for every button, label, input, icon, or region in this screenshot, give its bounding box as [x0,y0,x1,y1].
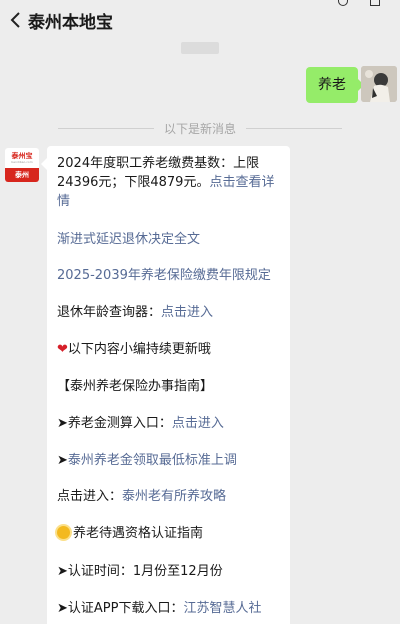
message-paragraph-2: 渐进式延迟退休决定全文 [57,230,285,249]
message-paragraph-5: ❤以下内容小编持续更新哦 [57,340,285,359]
back-arrow-icon[interactable] [6,9,26,31]
outgoing-message-text: 养老 [318,77,346,93]
more-icon[interactable] [370,0,380,6]
heart-icon: ❤ [57,342,68,357]
guide-heading: 【泰州养老保险办事指南】 [57,379,214,394]
official-account-avatar[interactable]: 泰州宝 bendibao.com 泰州 [5,148,39,182]
new-messages-divider: 以下是新消息 [0,120,400,136]
profile-icon[interactable] [338,0,348,6]
retirement-age-link[interactable]: 点击进入 [161,305,213,320]
outgoing-message-bubble[interactable]: 养老 [306,67,364,103]
delayed-retirement-link[interactable]: 渐进式延迟退休决定全文 [57,232,200,247]
pull-handle [181,42,219,54]
logo-city-text: 泰州 [5,168,39,182]
retirement-age-text: 退休年龄查询器： [57,305,162,320]
top-bar: 泰州本地宝 [0,0,400,40]
message-paragraph-8: ➤泰州养老金领取最低标准上调 [57,451,285,470]
message-paragraph-3: 2025-2039年养老保险缴费年限规定 [57,266,285,285]
pension-calc-link[interactable]: 点击进入 [172,416,224,431]
contribution-years-link[interactable]: 2025-2039年养老保险缴费年限规定 [57,268,271,283]
app-download-link[interactable]: 江苏智慧人社 [183,601,261,616]
divider-line-right [246,128,342,129]
certification-guide-text: 养老待遇资格认证指南 [73,526,204,541]
logo-url-text: bendibao.com [11,160,33,164]
enter-text: 点击进入： [57,489,123,504]
avatar-image-icon [361,66,397,102]
message-paragraph-11: ➤认证时间：1月份至12月份 [57,562,285,581]
user-avatar[interactable] [361,66,397,102]
sun-icon [57,526,70,539]
message-paragraph-7: ➤养老金测算入口：点击进入 [57,414,285,433]
message-paragraph-9: 点击进入：泰州老有所养攻略 [57,487,285,506]
chat-title: 泰州本地宝 [28,13,113,33]
elderly-care-link[interactable]: 泰州老有所养攻略 [122,489,226,504]
update-notice-text: 以下内容小编持续更新哦 [67,342,211,357]
message-paragraph-6: 【泰州养老保险办事指南】 [57,377,285,396]
certification-time-text: ➤认证时间：1月份至12月份 [57,564,223,579]
app-download-text: ➤认证APP下载入口： [57,601,184,616]
message-paragraph-12: ➤认证APP下载入口：江苏智慧人社 [57,599,285,618]
message-paragraph-1: 2024年度职工养老缴费基数：上限24396元；下限4879元。点击查看详情 [57,154,285,211]
arrow-icon: ➤ [57,453,68,468]
message-paragraph-10: 养老待遇资格认证指南 [57,524,285,543]
pension-calc-text: ➤养老金测算入口： [57,416,172,431]
message-paragraph-4: 退休年龄查询器：点击进入 [57,303,285,322]
incoming-message-bubble: 2024年度职工养老缴费基数：上限24396元；下限4879元。点击查看详情 渐… [41,146,290,624]
minimum-standard-link[interactable]: 泰州养老金领取最低标准上调 [68,453,237,468]
